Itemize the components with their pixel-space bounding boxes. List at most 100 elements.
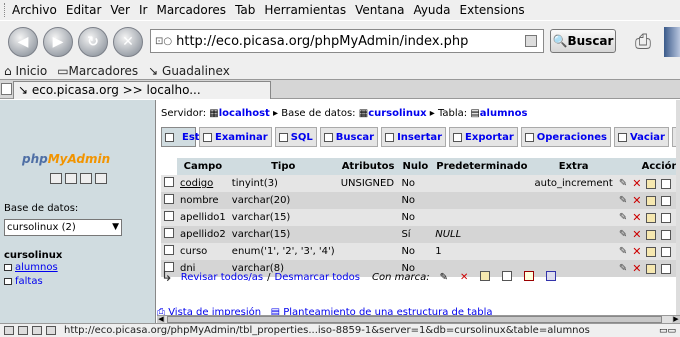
breadcrumb-table[interactable]: alumnos [480,108,528,119]
menu-editar[interactable]: Editar [66,3,102,17]
home-icon[interactable] [50,173,62,184]
primary-key-icon[interactable] [646,263,657,274]
print-icon[interactable]: ⎙ [630,29,656,55]
tab-sql[interactable]: SQL [274,127,317,147]
cell-nulo: No [398,192,433,209]
edit-icon[interactable]: ✎ [619,178,627,189]
menu-marcadores[interactable]: Marcadores [156,3,226,17]
query-window-icon[interactable] [95,173,107,184]
phpmyadmin-logo[interactable]: phpMyAdmin [22,152,110,166]
scroll-right-icon[interactable]: ▶ [672,316,680,323]
tab-list-icon[interactable] [1,83,12,95]
menu-tab[interactable]: Tab [235,3,255,17]
horizontal-scrollbar[interactable]: ◀ ▶ [157,315,680,323]
menu-herramientas[interactable]: Herramientas [264,3,346,17]
index-icon[interactable] [661,195,672,206]
delete-icon[interactable]: ✕ [632,228,641,241]
bulk-index-icon[interactable] [502,270,513,281]
primary-key-icon[interactable] [646,246,657,257]
database-icon: ▦ [358,108,369,119]
menu-ir[interactable]: Ir [139,3,147,17]
url-bar[interactable]: ⊡○ http://eco.picasa.org/phpMyAdmin/inde… [150,29,544,53]
cell-atributos [337,226,399,243]
menu-bar: Archivo Editar Ver Ir Marcadores Tab Her… [0,0,680,20]
stop-button[interactable]: ✕ [113,26,143,57]
print-view-link[interactable]: ⎙ Vista de impresión [157,307,261,315]
index-icon[interactable] [661,229,672,240]
toolbar-grip[interactable] [4,3,8,17]
back-button[interactable]: ◀ [8,26,38,57]
delete-icon[interactable]: ✕ [632,262,641,275]
index-icon[interactable] [661,246,672,257]
tab-vaciar[interactable]: Vaciar [613,127,669,147]
menu-ver[interactable]: Ver [110,3,130,17]
structure-table: Campo Tipo Atributos Nulo Predeterminado… [161,158,680,277]
tab-estructura[interactable]: Estructura [161,127,241,147]
bookmark-inicio[interactable]: ⌂ Inicio [4,64,47,78]
bulk-delete-icon[interactable]: ✕ [460,272,468,283]
forward-button[interactable]: ▶ [43,26,73,57]
tab-insertar[interactable]: Insertar [381,127,447,147]
docs-icon[interactable] [80,173,92,184]
go-icon[interactable] [525,35,537,47]
breadcrumb-server[interactable]: localhost [219,108,270,119]
deselect-all-link[interactable]: Desmarcar todos [275,272,360,283]
menu-archivo[interactable]: Archivo [12,3,57,17]
edit-icon[interactable]: ✎ [619,229,627,240]
vertical-scrollbar[interactable] [676,100,680,315]
menu-ayuda[interactable]: Ayuda [413,3,450,17]
row-checkbox[interactable] [164,228,174,238]
row-checkbox[interactable] [164,177,174,187]
edit-icon[interactable]: ✎ [619,212,627,223]
tab-buscar[interactable]: Buscar [319,127,379,147]
col-extra: Extra [531,158,616,175]
delete-icon[interactable]: ✕ [632,194,641,207]
bulk-primary-icon[interactable] [480,270,491,281]
menu-extensions[interactable]: Extensions [460,3,525,17]
breadcrumb-database[interactable]: cursolinux [368,108,426,119]
database-select[interactable]: cursolinux (2) ▼ [4,219,122,236]
primary-key-icon[interactable] [646,229,657,240]
primary-key-icon[interactable] [646,212,657,223]
select-all-link[interactable]: Revisar todos/as [181,272,263,283]
primary-key-icon[interactable] [646,178,657,189]
scroll-left-icon[interactable]: ◀ [157,316,165,323]
cell-campo[interactable]: codigo [177,175,229,192]
cell-campo: nombre [177,192,229,209]
edit-icon[interactable]: ✎ [619,263,627,274]
bulk-edit-icon[interactable]: ✎ [440,272,448,283]
tab-operaciones[interactable]: Operaciones [520,127,611,147]
index-icon[interactable] [661,263,672,274]
mail-icon[interactable] [18,326,28,335]
delete-icon[interactable]: ✕ [632,211,641,224]
search-button[interactable]: 🔍 Buscar [550,29,616,53]
edit-icon[interactable]: ✎ [619,195,627,206]
tab-examinar[interactable]: Examinar [199,127,272,147]
edit-icon[interactable]: ✎ [619,246,627,257]
tab-exportar[interactable]: Exportar [449,127,518,147]
sql-window-icon[interactable] [65,173,77,184]
primary-key-icon[interactable] [646,195,657,206]
cell-campo: apellido2 [177,226,229,243]
table-link-alumnos[interactable]: alumnos [4,262,58,273]
reload-button[interactable]: ↻ [78,26,108,57]
delete-icon[interactable]: ✕ [632,177,641,190]
scroll-thumb[interactable] [167,316,662,323]
row-checkbox[interactable] [164,211,174,221]
table-link-faltas[interactable]: faltas [4,276,43,287]
tab-active[interactable]: ↘ eco.picasa.org >> localho... [13,81,271,99]
row-checkbox[interactable] [164,194,174,204]
bookmark-guadalinex[interactable]: ↘ Guadalinex [148,64,230,78]
cell-tipo: varchar(15) [228,209,338,226]
table-icon [4,264,12,271]
index-icon[interactable] [661,212,672,223]
index-icon[interactable] [661,178,672,189]
bookmark-marcadores[interactable]: ▭Marcadores [57,64,138,78]
menu-ventana[interactable]: Ventana [355,3,404,17]
bulk-fulltext-icon[interactable] [546,270,557,281]
search-button-label: Buscar [567,34,614,48]
propose-structure-link[interactable]: ▤ Planteamiento de una estructura de tab… [271,307,493,315]
delete-icon[interactable]: ✕ [632,245,641,258]
row-checkbox[interactable] [164,245,174,255]
bulk-unique-icon[interactable] [524,270,535,281]
